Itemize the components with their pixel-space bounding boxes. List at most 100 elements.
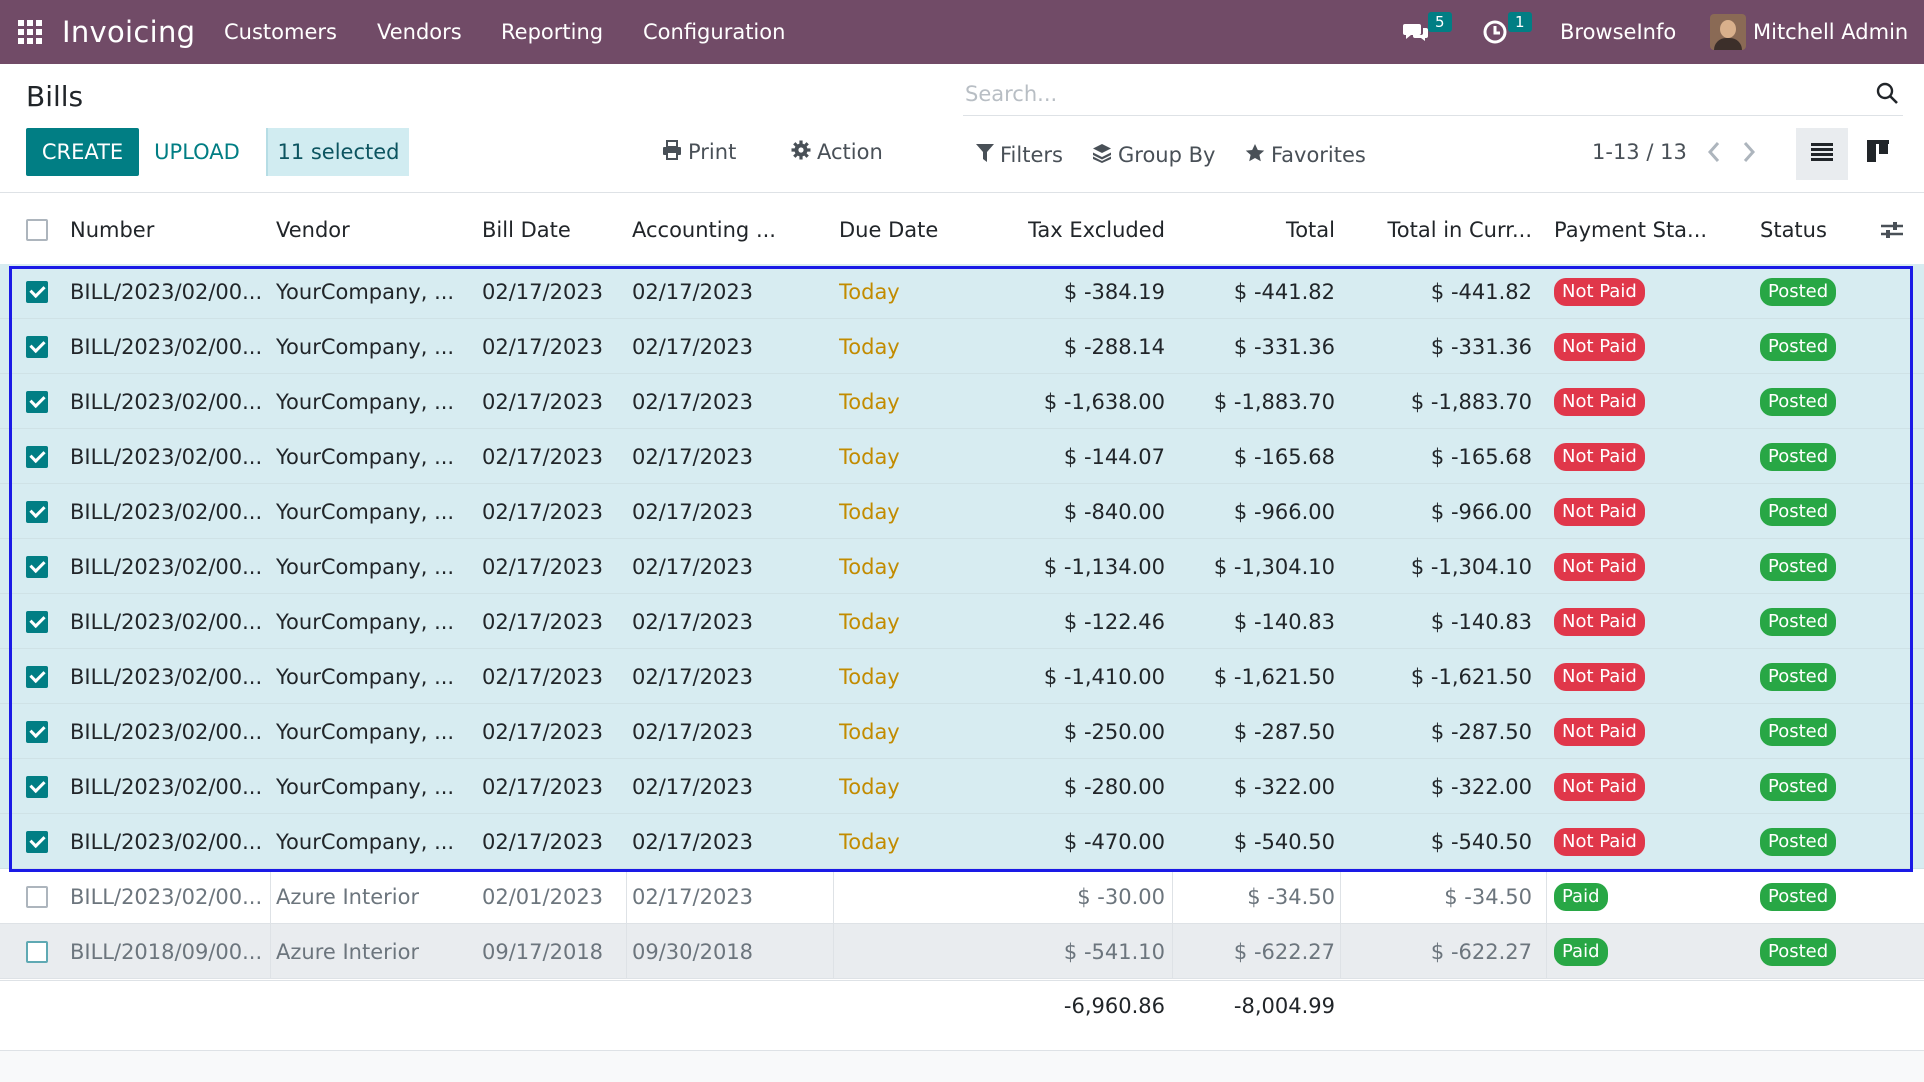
- apps-grid-icon[interactable]: [18, 0, 44, 64]
- status-badge: Posted: [1760, 662, 1837, 691]
- user-menu[interactable]: Mitchell Admin: [1753, 0, 1908, 64]
- search-bar: [963, 72, 1903, 116]
- menu-configuration[interactable]: Configuration: [643, 0, 785, 64]
- cell-accounting-date: 02/17/2023: [632, 884, 754, 909]
- table-row[interactable]: BILL/2023/02/00... YourCompany, ... 02/17/…: [0, 649, 1924, 704]
- col-accounting-date[interactable]: Accounting ...: [632, 204, 776, 256]
- row-checkbox[interactable]: [26, 539, 48, 594]
- cell-accounting-date: 02/17/2023: [632, 829, 754, 854]
- chevron-right-icon[interactable]: [1742, 128, 1756, 176]
- upload-button[interactable]: UPLOAD: [145, 128, 249, 176]
- cell-number: BILL/2023/02/00...: [70, 829, 263, 854]
- avatar[interactable]: [1710, 14, 1746, 50]
- table-row[interactable]: BILL/2023/02/00... YourCompany, ... 02/17/…: [0, 429, 1924, 484]
- col-payment-status[interactable]: Payment Sta...: [1554, 204, 1707, 256]
- row-checkbox[interactable]: [26, 704, 48, 759]
- table-row[interactable]: BILL/2023/02/00... YourCompany, ... 02/17/…: [0, 539, 1924, 594]
- cell-bill-date: 02/17/2023: [482, 609, 604, 634]
- row-checkbox[interactable]: [26, 924, 48, 979]
- row-checkbox[interactable]: [26, 429, 48, 484]
- row-checkbox[interactable]: [26, 814, 48, 869]
- cell-number: BILL/2023/02/00...: [70, 554, 263, 579]
- table-row[interactable]: BILL/2023/02/00... YourCompany, ... 02/17/…: [0, 814, 1924, 869]
- status-badge: Posted: [1760, 387, 1837, 416]
- cell-due-date: Today: [839, 389, 900, 414]
- page-title: Bills: [26, 80, 84, 113]
- cell-total-in-currency: $ -540.50: [1430, 829, 1532, 854]
- col-due-date[interactable]: Due Date: [839, 204, 938, 256]
- status-badge: Posted: [1760, 497, 1837, 526]
- cell-total-in-currency: $ -622.27: [1430, 939, 1532, 964]
- row-checkbox[interactable]: [26, 649, 48, 704]
- table-row[interactable]: BILL/2023/02/00... YourCompany, ... 02/17/…: [0, 594, 1924, 649]
- kanban-view-button[interactable]: [1852, 128, 1904, 180]
- payment-status-badge: Paid: [1554, 937, 1608, 966]
- payment-status-badge: Not Paid: [1554, 332, 1645, 361]
- table-row[interactable]: BILL/2023/02/00... YourCompany, ... 02/17/…: [0, 484, 1924, 539]
- cell-payment-status: Not Paid: [1554, 649, 1645, 704]
- chevron-left-icon[interactable]: [1707, 128, 1721, 176]
- table-row[interactable]: BILL/2023/02/00... YourCompany, ... 02/17/…: [0, 264, 1924, 319]
- cell-number: BILL/2023/02/00...: [70, 334, 263, 359]
- row-checkbox[interactable]: [26, 264, 48, 319]
- table-row[interactable]: BILL/2023/02/00... YourCompany, ... 02/17/…: [0, 704, 1924, 759]
- menu-customers[interactable]: Customers: [224, 0, 337, 64]
- favorites-button[interactable]: Favorites: [1245, 131, 1366, 179]
- filters-label: Filters: [1000, 143, 1063, 167]
- menu-vendors[interactable]: Vendors: [377, 0, 462, 64]
- col-total[interactable]: Total: [1180, 204, 1335, 256]
- col-tax-excluded[interactable]: Tax Excluded: [980, 204, 1165, 256]
- table-row[interactable]: BILL/2023/02/00... YourCompany, ... 02/17/…: [0, 319, 1924, 374]
- search-input[interactable]: [965, 76, 1825, 112]
- status-badge: Posted: [1760, 882, 1837, 911]
- table-row[interactable]: BILL/2018/09/00... Azure Interior 09/17/20…: [0, 924, 1924, 979]
- company-switcher[interactable]: BrowseInfo: [1560, 0, 1676, 64]
- cell-status: Posted: [1760, 264, 1837, 319]
- payment-status-badge: Not Paid: [1554, 552, 1645, 581]
- table-row[interactable]: BILL/2023/02/00... Azure Interior 02/01/20…: [0, 869, 1924, 924]
- cell-status: Posted: [1760, 484, 1837, 539]
- table-row[interactable]: BILL/2023/02/00... YourCompany, ... 02/17/…: [0, 759, 1924, 814]
- app-title[interactable]: Invoicing: [62, 0, 195, 64]
- col-total-in-currency[interactable]: Total in Curr...: [1345, 204, 1532, 256]
- cell-status: Posted: [1760, 374, 1837, 429]
- gear-icon: [791, 140, 811, 165]
- create-button[interactable]: CREATE: [26, 128, 139, 176]
- action-button[interactable]: Action: [791, 128, 883, 176]
- menu-reporting[interactable]: Reporting: [501, 0, 603, 64]
- row-checkbox[interactable]: [26, 319, 48, 374]
- pager-value[interactable]: 1-13 / 13: [1592, 128, 1687, 176]
- cell-vendor: YourCompany, ...: [276, 554, 455, 579]
- row-checkbox[interactable]: [26, 594, 48, 649]
- row-checkbox[interactable]: [26, 759, 48, 814]
- column-separator: [626, 924, 627, 979]
- chat-icon[interactable]: [1402, 0, 1430, 64]
- cell-total: $ -287.50: [1233, 719, 1335, 744]
- table-row[interactable]: BILL/2023/02/00... YourCompany, ... 02/17/…: [0, 374, 1924, 429]
- print-button[interactable]: Print: [662, 128, 736, 176]
- cell-bill-date: 02/17/2023: [482, 774, 604, 799]
- cell-total-in-currency: $ -140.83: [1430, 609, 1532, 634]
- col-status[interactable]: Status: [1760, 204, 1827, 256]
- cell-bill-date: 02/17/2023: [482, 334, 604, 359]
- cell-accounting-date: 02/17/2023: [632, 664, 754, 689]
- cell-tax-excluded: $ -384.19: [1063, 279, 1165, 304]
- search-icon[interactable]: [1875, 81, 1899, 111]
- cell-accounting-date: 02/17/2023: [632, 774, 754, 799]
- col-vendor[interactable]: Vendor: [276, 204, 350, 256]
- filters-button[interactable]: Filters: [976, 131, 1063, 179]
- cell-payment-status: Paid: [1554, 869, 1608, 924]
- list-view-button[interactable]: [1796, 128, 1848, 180]
- status-badge: Posted: [1760, 937, 1837, 966]
- col-bill-date[interactable]: Bill Date: [482, 204, 571, 256]
- group-by-button[interactable]: Group By: [1092, 131, 1215, 179]
- column-settings-icon[interactable]: [1880, 204, 1904, 256]
- row-checkbox[interactable]: [26, 869, 48, 924]
- row-checkbox[interactable]: [26, 484, 48, 539]
- select-all-checkbox[interactable]: [26, 204, 48, 256]
- cell-payment-status: Paid: [1554, 924, 1608, 979]
- row-checkbox[interactable]: [26, 374, 48, 429]
- clock-icon[interactable]: [1482, 0, 1508, 64]
- cell-status: Posted: [1760, 869, 1837, 924]
- col-number[interactable]: Number: [70, 204, 154, 256]
